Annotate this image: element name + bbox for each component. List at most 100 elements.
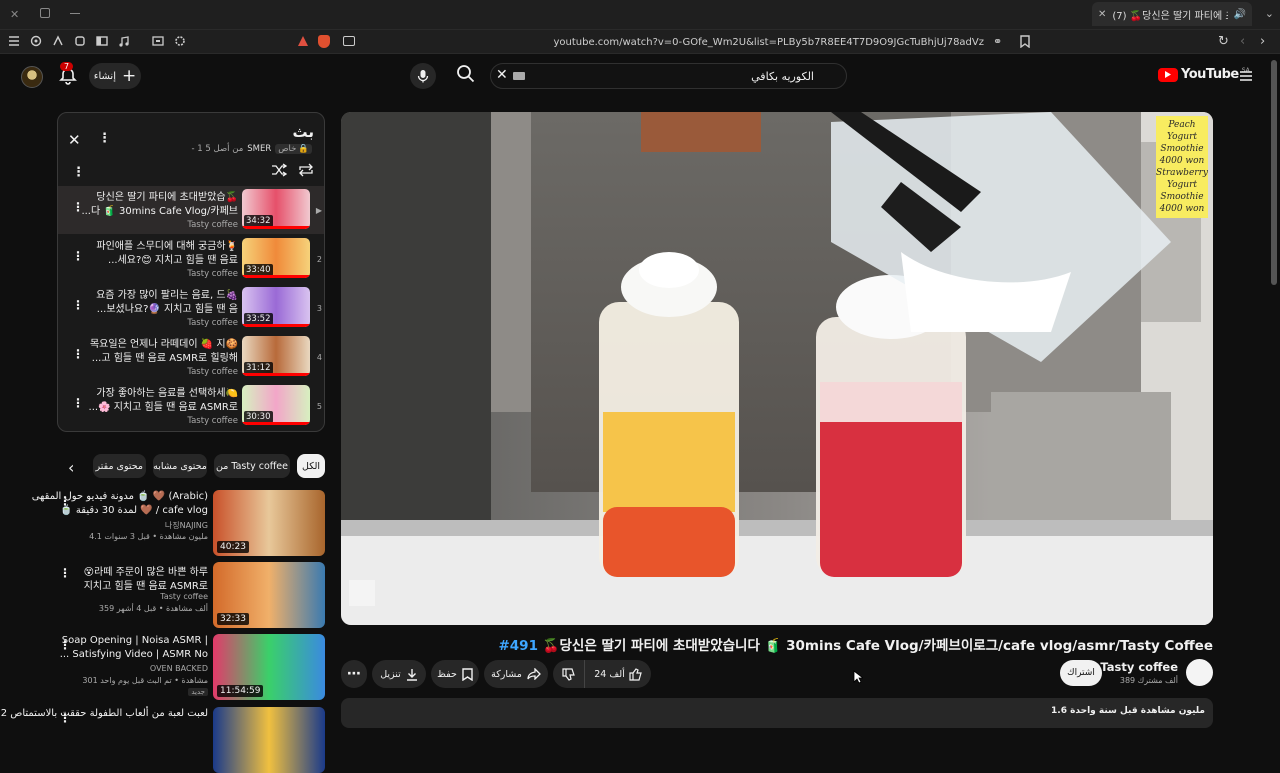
dislike-button[interactable] — [553, 660, 585, 688]
playlist-item-index: ▶ — [315, 206, 322, 215]
tab-menu-icon[interactable]: ⌄ — [1265, 7, 1274, 20]
url-field[interactable]: youtube.com/watch?v=0-GOfe_Wm2U&list=PLB… — [292, 32, 1038, 52]
playlist-item-channel[interactable]: Tasty coffee — [187, 318, 238, 328]
playlist-item-thumbnail[interactable]: 31:12 — [242, 336, 310, 376]
screenshot-icon[interactable] — [152, 35, 164, 47]
recommendation-channel[interactable]: Tasty coffee — [160, 592, 208, 601]
playlist-item-channel[interactable]: Tasty coffee — [187, 269, 238, 279]
toolbar-left-icons — [8, 35, 186, 47]
playlist-item[interactable]: ⋮ 당신은 딸기 파티에 초대받았습🍒 ...다 🧃 30mins Cafe Vlo… — [58, 186, 324, 234]
like-icon — [629, 667, 642, 681]
link-icon[interactable]: ⚭ — [993, 35, 1002, 48]
playlist-item-title-2: ...다 🧃 30mins Cafe Vlog/카페브 — [81, 206, 238, 217]
channel-avatar[interactable] — [1186, 659, 1213, 686]
page-scrollbar[interactable] — [1271, 60, 1277, 285]
playlist-item-menu-icon[interactable]: ⋮ — [72, 298, 84, 312]
search-clear-icon[interactable]: ✕ — [496, 67, 508, 83]
playlist-item-index: 5 — [316, 402, 322, 411]
playlist-item-channel[interactable]: Tasty coffee — [187, 367, 238, 377]
keyboard-icon[interactable] — [513, 72, 525, 80]
search-button[interactable] — [456, 64, 480, 88]
share-button[interactable]: مشاركة — [484, 660, 548, 688]
microphone-icon — [417, 70, 429, 83]
playlist-item-thumbnail[interactable]: 33:52 — [242, 287, 310, 327]
settings-icon[interactable] — [174, 35, 186, 47]
menu-board-line: 4000 won — [1159, 204, 1205, 214]
chip-all[interactable]: الكل — [297, 454, 325, 478]
back-icon[interactable]: ‹ — [1240, 34, 1245, 49]
forward-icon[interactable]: › — [1260, 34, 1265, 49]
playlist-item[interactable]: ⋮ 목요일은 언제나 라떼데이 🍓 지🍪 ...고 힘들 땐 음료 ASMR로 힐링… — [58, 333, 324, 381]
guide-menu-icon[interactable] — [1240, 70, 1252, 82]
privacy-label: خاص — [278, 144, 297, 154]
recommendation-item[interactable]: ⋮ مدونة فيديو حول المقهى 🍵 🤎 (Arabic) 🍵 لم… — [32, 490, 325, 556]
extensions-icon[interactable] — [74, 35, 86, 47]
recommendation-item[interactable]: ⋮ لعبت لعبة من ألعاب الطفولة حققت بالاستم… — [1, 707, 325, 773]
playlist-options-icon[interactable]: ⋮ — [72, 165, 85, 180]
playlist-title[interactable]: بث — [292, 123, 314, 141]
playlist-close-icon[interactable]: ✕ — [68, 131, 81, 149]
playlist-item[interactable]: ⋮ 가장 좋아하는 음료를 선택하세🍋 ...🌸 지치고 힘들 땐 음료 ASMR로… — [58, 382, 324, 430]
bookmark-page-icon[interactable] — [1020, 35, 1030, 48]
recommendation-menu-icon[interactable]: ⋮ — [59, 566, 71, 580]
recommendation-thumbnail[interactable] — [213, 707, 325, 773]
notifications-button[interactable]: 7 — [58, 62, 80, 88]
music-icon[interactable] — [118, 35, 130, 47]
subscriber-count: 389 ألف مشترك — [1119, 676, 1178, 685]
recommendation-thumbnail[interactable]: 32:33 — [213, 562, 325, 628]
playlist-item-thumbnail[interactable]: 34:32 — [242, 189, 310, 229]
search-input[interactable]: ✕ الكوريه بكافي — [490, 63, 847, 89]
chip-related[interactable]: محتوى مشابه — [153, 454, 207, 478]
download-label: تنزيل — [380, 668, 401, 680]
playlist-item-menu-icon[interactable]: ⋮ — [72, 396, 84, 410]
more-actions-button[interactable]: ⋯ — [341, 660, 367, 688]
recommendation-item[interactable]: ⋮ 😵라떼 주문이 많은 바쁜 하루 지치고 힘들 땐 음료 ASMR로 Tasty … — [57, 562, 325, 628]
chip-recommended[interactable]: محتوى مقتر — [93, 454, 146, 478]
shuffle-icon[interactable] — [271, 163, 287, 177]
recommendation-channel[interactable]: 나징NAJING — [165, 520, 208, 531]
recommendation-thumbnail[interactable]: 40:23 — [213, 490, 325, 556]
save-button[interactable]: حفظ — [431, 660, 479, 688]
tab-audio-icon[interactable]: 🔊 — [1234, 9, 1246, 20]
playlist-item-menu-icon[interactable]: ⋮ — [72, 249, 84, 263]
recommendation-title: Soap Opening | Noisa ASMR | — [61, 635, 208, 646]
bookmarks-icon[interactable] — [52, 35, 64, 47]
youtube-logo[interactable]: YouTube SA — [1158, 67, 1250, 82]
tab-close-icon[interactable]: ✕ — [1098, 9, 1106, 20]
playlist-item-title: 요즘 가장 많이 팔리는 음료, 드🍇 — [96, 290, 238, 301]
recommendation-thumbnail[interactable]: 11:54:59 — [213, 634, 325, 700]
search-query: الكوريه بكافي — [751, 69, 814, 83]
playlist-more-icon[interactable]: ⋮ — [98, 131, 111, 146]
subscribe-button[interactable]: اشتراك — [1060, 660, 1102, 686]
playlist-item-channel[interactable]: Tasty coffee — [187, 220, 238, 230]
chips-back-icon[interactable]: ‹ — [68, 458, 74, 477]
recommendation-item[interactable]: ⋮ Soap Opening | Noisa ASMR |... Satisfyi… — [57, 634, 325, 700]
playlist-item-thumbnail[interactable]: 33:40 — [242, 238, 310, 278]
create-button[interactable]: إنشاء + — [89, 63, 141, 89]
sidebar-icon[interactable] — [96, 35, 108, 47]
window-close-icon[interactable]: ✕ — [10, 8, 19, 21]
playlist-item[interactable]: ⋮ 요즘 가장 많이 팔리는 음료, 드🍇 ...보셨나요?🔮 지치고 힘들 땐 음… — [58, 284, 324, 332]
playlist-item-menu-icon[interactable]: ⋮ — [72, 347, 84, 361]
chip-from-channel[interactable]: من Tasty coffee — [214, 454, 290, 478]
playlist-owner[interactable]: SMER — [247, 144, 271, 154]
description-box[interactable]: 1.6 مليون مشاهدة قبل سنة واحدة — [341, 698, 1213, 728]
window-minimize-icon[interactable] — [70, 13, 80, 14]
reload-icon[interactable]: ↻ — [1218, 34, 1229, 49]
browser-tab[interactable]: ✕ (7) 🍒당신은 딸기 파티에 초 🔊 — [1092, 2, 1252, 26]
menu-icon[interactable] — [8, 35, 20, 47]
speed-dial-icon[interactable] — [30, 35, 42, 47]
window-restore-icon[interactable] — [40, 8, 50, 18]
download-button[interactable]: تنزيل — [372, 660, 426, 688]
channel-name[interactable]: Tasty coffee — [1100, 660, 1178, 674]
playlist-item-channel[interactable]: Tasty coffee — [187, 416, 238, 426]
loop-icon[interactable] — [298, 163, 314, 177]
video-hashtag[interactable]: #491 — [498, 638, 538, 654]
playlist-item[interactable]: ⋮ 파인애플 스무디에 대해 궁금하🍹 ...세요?😊 지치고 힘들 땐 음료 Tas… — [58, 235, 324, 283]
avatar[interactable] — [21, 66, 43, 88]
recommendation-channel[interactable]: OVEN BACKED — [150, 664, 208, 673]
video-player[interactable]: Peach Yogurt Smoothie 4000 won Strawberry Yog… — [341, 112, 1213, 625]
voice-search-button[interactable] — [410, 63, 436, 89]
playlist-item-thumbnail[interactable]: 30:30 — [242, 385, 310, 425]
like-button[interactable]: 24 ألف — [585, 667, 651, 681]
